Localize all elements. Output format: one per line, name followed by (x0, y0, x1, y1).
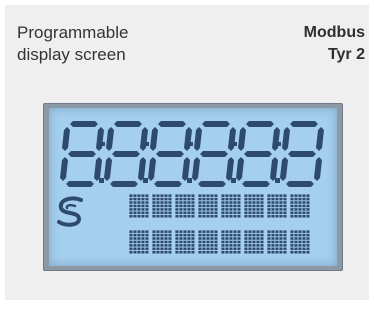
matrix-cell (267, 194, 287, 218)
matrix-cell (175, 230, 195, 254)
lcd-digit-2 (104, 121, 149, 187)
matrix-cell (290, 230, 310, 254)
matrix-cell (152, 230, 172, 254)
protocol-label-line1: Modbus (303, 24, 365, 41)
product-title: Programmable display screen (17, 22, 207, 66)
product-title-line2: display screen (17, 45, 126, 64)
lcd-dot (187, 178, 192, 183)
s-logo-icon (57, 196, 83, 227)
lcd-screen (49, 108, 337, 266)
lcd-colon-dot (277, 142, 281, 146)
lcd-digit-1 (60, 121, 105, 187)
protocol-label-line2: Tyr 2 (327, 46, 365, 63)
matrix-cell (129, 194, 149, 218)
lcd-digit-4 (192, 121, 237, 187)
matrix-cell (244, 194, 264, 218)
matrix-cell (129, 230, 149, 254)
lcd-dot (231, 178, 236, 183)
matrix-cell (290, 194, 310, 218)
product-title-line1: Programmable (17, 23, 129, 42)
matrix-cell (267, 230, 287, 254)
lcd-colon-dot (233, 142, 237, 146)
lcd-dot (275, 178, 280, 183)
lcd-dot (99, 178, 104, 183)
lcd-digit-5 (236, 121, 281, 187)
lcd-digit-3 (148, 121, 193, 187)
lcd-frame (43, 103, 343, 271)
lcd-colon-dot (145, 142, 149, 146)
lcd-segments (57, 121, 324, 254)
lcd-colon-dot (101, 142, 105, 146)
matrix-cell (221, 194, 241, 218)
protocol-label: Modbus Tyr 2 (225, 22, 365, 66)
matrix-cell (198, 194, 218, 218)
matrix-cell (221, 230, 241, 254)
matrix-cell (244, 230, 264, 254)
display-card: Programmable display screen Modbus Tyr 2 (5, 5, 369, 300)
lcd-colon-dot (189, 142, 193, 146)
matrix-cell (152, 194, 172, 218)
lcd-dot (143, 178, 148, 183)
lcd-digit-6 (280, 121, 324, 187)
matrix-cell (175, 194, 195, 218)
matrix-cell (198, 230, 218, 254)
